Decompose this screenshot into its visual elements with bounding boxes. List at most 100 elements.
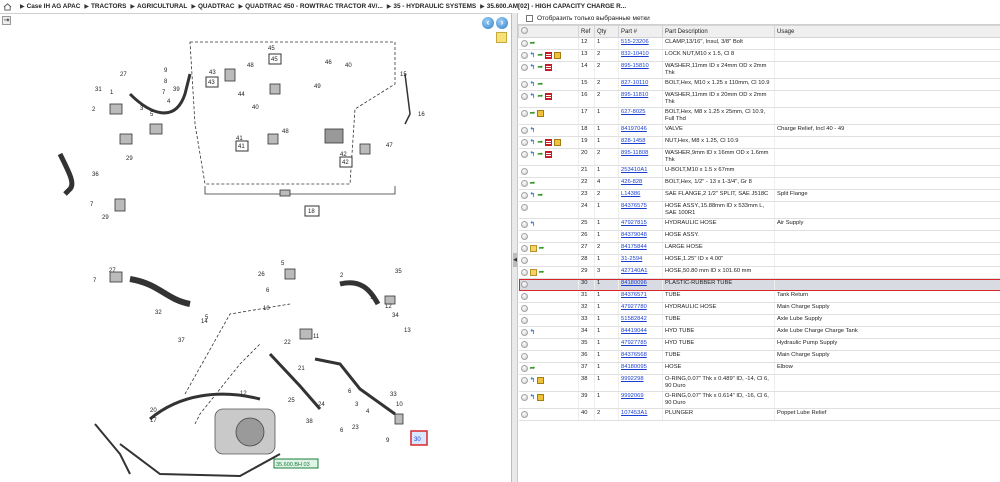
ref-label[interactable]: 7 bbox=[90, 202, 94, 208]
replace-icon[interactable]: ↰ bbox=[530, 139, 536, 146]
ref-label[interactable]: 48 bbox=[247, 63, 254, 69]
arrow-icon[interactable]: ➦ bbox=[537, 52, 543, 59]
ref-label[interactable]: 13 bbox=[404, 328, 411, 334]
package-icon[interactable] bbox=[537, 110, 545, 117]
ref-label[interactable]: 37 bbox=[178, 338, 185, 344]
ref-label[interactable]: 5 bbox=[281, 261, 285, 267]
add-to-cart-icon[interactable] bbox=[520, 192, 528, 199]
add-to-cart-icon[interactable] bbox=[520, 305, 528, 312]
part-number-link[interactable]: 84419044 bbox=[621, 328, 647, 334]
highlighted-ref-30[interactable]: 30 bbox=[414, 437, 421, 443]
replace-icon[interactable]: ↰ bbox=[530, 329, 536, 336]
arrow-icon[interactable]: ➦ bbox=[539, 245, 545, 252]
table-row[interactable]: ↰ 34 1 84419044 HYD TUBE Axle Lube Charge Cha… bbox=[518, 326, 1000, 339]
part-number-link[interactable]: 895-15810 bbox=[621, 63, 649, 69]
diagram-pane[interactable]: ⇥ ‹ › 18 41 42 43 45 9 8 27 31 1 7 2 3 3… bbox=[0, 13, 512, 482]
ref-label[interactable]: 22 bbox=[284, 340, 291, 346]
add-to-cart-icon[interactable] bbox=[520, 377, 528, 384]
ref-label[interactable]: 15 bbox=[400, 72, 407, 78]
add-to-cart-icon[interactable] bbox=[520, 411, 528, 418]
breadcrumb-item[interactable]: ▶ AGRICULTURAL bbox=[126, 3, 187, 10]
replace-icon[interactable]: ↰ bbox=[530, 81, 536, 88]
ref-label[interactable]: 2 bbox=[340, 273, 344, 279]
ref-label[interactable]: 9 bbox=[386, 438, 390, 444]
ref-label[interactable]: 14 bbox=[201, 319, 208, 325]
ref-label[interactable]: 41 bbox=[236, 136, 243, 142]
breadcrumb-item[interactable]: ▶ QUADTRAC 450 - ROWTRAC TRACTOR 4V/... bbox=[235, 3, 383, 10]
add-to-cart-icon[interactable] bbox=[520, 221, 528, 228]
catalog-icon[interactable] bbox=[545, 139, 553, 146]
add-to-cart-icon[interactable] bbox=[520, 329, 528, 336]
ref-label[interactable]: 26 bbox=[258, 272, 265, 278]
table-row[interactable]: ↰ 25 1 47927815 HYDRAULIC HOSE Air Supply bbox=[518, 218, 1000, 231]
callout-43[interactable]: 43 bbox=[208, 80, 215, 86]
add-to-cart-icon[interactable] bbox=[520, 281, 528, 288]
part-number-link[interactable]: 31-2594 bbox=[621, 256, 642, 262]
arrow-icon[interactable]: ➦ bbox=[537, 64, 543, 71]
part-number-link[interactable]: 107453A1 bbox=[621, 410, 647, 416]
filter-row[interactable]: Отобразить только выбранные метки bbox=[518, 13, 1000, 25]
table-row[interactable]: 26 1 84379048 HOSE ASSY. bbox=[518, 230, 1000, 243]
add-to-cart-icon[interactable] bbox=[520, 394, 528, 401]
arrow-icon[interactable]: ➦ bbox=[537, 81, 543, 88]
ref-label[interactable]: 40 bbox=[252, 105, 259, 111]
part-number-link[interactable]: 515-23206 bbox=[621, 39, 649, 45]
ref-label[interactable]: 25 bbox=[288, 398, 295, 404]
breadcrumb-label[interactable]: AGRICULTURAL bbox=[137, 3, 187, 10]
add-to-cart-icon[interactable] bbox=[520, 257, 528, 264]
settings-icon[interactable] bbox=[521, 27, 528, 34]
breadcrumb-item[interactable]: ▶ QUADTRAC bbox=[187, 3, 234, 10]
ref-label[interactable]: 3 bbox=[355, 402, 359, 408]
arrow-icon[interactable]: ➦ bbox=[530, 365, 536, 372]
ref-label[interactable]: 31 bbox=[95, 87, 102, 93]
replace-icon[interactable]: ↰ bbox=[530, 151, 536, 158]
part-number-link[interactable]: L14386 bbox=[621, 191, 640, 197]
add-to-cart-icon[interactable] bbox=[520, 64, 528, 71]
replace-icon[interactable]: ↰ bbox=[530, 221, 536, 228]
ref-label[interactable]: 1 bbox=[110, 90, 114, 96]
ref-label[interactable]: 8 bbox=[164, 79, 168, 85]
replace-icon[interactable]: ↰ bbox=[530, 52, 536, 59]
table-row[interactable]: ↰ 39 1 9992069 O-RING,0.07" Thk x 0.614" ID,… bbox=[518, 391, 1000, 409]
table-row[interactable]: ↰ ➦ 14 2 895-15810 WASHER,11mm ID x 24mm OD x… bbox=[518, 61, 1000, 79]
ref-label[interactable]: 4 bbox=[167, 99, 171, 105]
replace-icon[interactable]: ↰ bbox=[530, 394, 536, 401]
arrow-icon[interactable]: ➦ bbox=[537, 151, 543, 158]
ref-label[interactable]: 49 bbox=[314, 84, 321, 90]
table-row[interactable]: ↰ 18 1 84197046 VALVE Charge Relief, Incl 40 … bbox=[518, 124, 1000, 137]
package-icon[interactable] bbox=[554, 52, 562, 59]
ref-label[interactable]: 38 bbox=[306, 419, 313, 425]
part-number-link[interactable]: 895-11808 bbox=[621, 150, 648, 156]
ref-label[interactable]: 10 bbox=[396, 402, 403, 408]
table-row[interactable]: ↰ ➦ 15 2 827-10110 BOLT,Hex, M10 x 1.25 x 110… bbox=[518, 78, 1000, 91]
ref-label[interactable]: 20 bbox=[150, 408, 157, 414]
add-to-cart-icon[interactable] bbox=[520, 81, 528, 88]
col-description[interactable]: Part Description bbox=[662, 25, 775, 38]
arrow-icon[interactable]: ➦ bbox=[530, 110, 536, 117]
ref-label[interactable]: 47 bbox=[386, 143, 393, 149]
ref-label[interactable]: 45 bbox=[268, 46, 275, 52]
add-to-cart-icon[interactable] bbox=[520, 139, 528, 146]
add-to-cart-icon[interactable] bbox=[520, 93, 528, 100]
callout-18[interactable]: 18 bbox=[308, 209, 315, 215]
table-row[interactable]: ↰ ➦ 19 1 828-1458 NUT,Hex, M8 x 1.25, Cl 10.9 bbox=[518, 136, 1000, 149]
note-icon[interactable] bbox=[529, 245, 537, 252]
ref-label[interactable]: 21 bbox=[298, 366, 305, 372]
callout-45[interactable]: 45 bbox=[271, 57, 278, 63]
ref-label[interactable]: 32 bbox=[155, 310, 162, 316]
ref-label[interactable]: 6 bbox=[266, 288, 270, 294]
add-to-cart-icon[interactable] bbox=[520, 180, 528, 187]
arrow-icon[interactable]: ➦ bbox=[530, 40, 536, 47]
add-to-cart-icon[interactable] bbox=[520, 293, 528, 300]
catalog-icon[interactable] bbox=[545, 52, 553, 59]
part-number-link[interactable]: 828-1458 bbox=[621, 138, 646, 144]
ref-label[interactable]: 43 bbox=[209, 70, 216, 76]
ref-label[interactable]: 9 bbox=[164, 68, 168, 74]
col-qty[interactable]: Qty bbox=[594, 25, 619, 38]
add-to-cart-icon[interactable] bbox=[520, 341, 528, 348]
table-row[interactable]: 40 2 107453A1 PLUNGER Poppet Lube Relief bbox=[518, 408, 1000, 421]
add-to-cart-icon[interactable] bbox=[520, 52, 528, 59]
exploded-parts-diagram[interactable]: 18 41 42 43 45 9 8 27 31 1 7 2 3 39 4 5 … bbox=[0, 14, 512, 482]
home-icon[interactable] bbox=[3, 2, 12, 11]
ref-label[interactable]: 34 bbox=[392, 313, 399, 319]
